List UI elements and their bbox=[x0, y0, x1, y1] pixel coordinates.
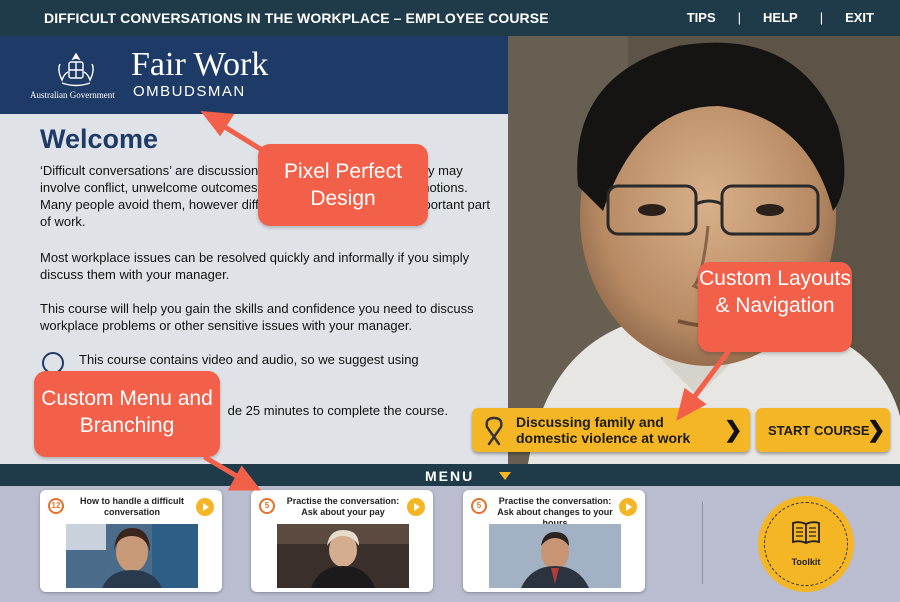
exit-link[interactable]: EXIT bbox=[845, 10, 874, 25]
book-icon bbox=[792, 521, 820, 544]
module-thumbnail bbox=[66, 524, 198, 588]
media-note: This course contains video and audio, so… bbox=[79, 352, 419, 367]
brand-subtitle: OMBUDSMAN bbox=[133, 83, 246, 100]
tips-link[interactable]: TIPS bbox=[687, 10, 716, 25]
toolkit-label: Toolkit bbox=[791, 557, 821, 567]
module-thumbnail bbox=[277, 524, 409, 588]
custom-layouts-callout: Custom Layouts & Navigation bbox=[698, 262, 852, 352]
chevron-right-icon: ❯ bbox=[867, 417, 886, 442]
chevron-right-icon: ❯ bbox=[724, 417, 743, 442]
module-card[interactable]: 12 How to handle a difficult conversatio… bbox=[40, 490, 222, 592]
start-course-label: START COURSE bbox=[768, 423, 870, 438]
play-icon[interactable] bbox=[619, 498, 637, 516]
brand-name: Fair Work bbox=[131, 46, 269, 83]
start-course-button[interactable]: START COURSE ❯ bbox=[756, 408, 890, 452]
caret-down-icon bbox=[499, 472, 511, 480]
tray-divider bbox=[702, 502, 703, 584]
nav-separator: | bbox=[737, 10, 742, 25]
menu-label: MENU bbox=[425, 468, 475, 484]
custom-menu-callout: Custom Menu and Branching bbox=[34, 371, 220, 457]
top-bar: DIFFICULT CONVERSATIONS IN THE WORKPLACE… bbox=[0, 0, 900, 36]
domestic-violence-button[interactable]: Discussing family and domestic violence … bbox=[472, 408, 750, 452]
brand-header: Australian Government Fair Work OMBUDSMA… bbox=[0, 36, 508, 114]
course-paragraph: This course will help you gain the skill… bbox=[40, 301, 474, 333]
resolve-paragraph: Most workplace issues can be resolved qu… bbox=[40, 250, 470, 282]
module-thumbnail bbox=[489, 524, 621, 588]
nav-separator: | bbox=[819, 10, 824, 25]
play-icon[interactable] bbox=[196, 498, 214, 516]
hero-photo bbox=[508, 36, 900, 464]
ribbon-icon bbox=[485, 416, 503, 446]
course-title: DIFFICULT CONVERSATIONS IN THE WORKPLACE… bbox=[44, 10, 549, 26]
toolkit-ring bbox=[764, 502, 848, 586]
man-portrait bbox=[508, 36, 900, 464]
crest-icon bbox=[58, 52, 94, 87]
help-link[interactable]: HELP bbox=[763, 10, 798, 25]
timer-icon: 5 bbox=[471, 498, 487, 514]
toolkit-button[interactable]: Toolkit bbox=[758, 496, 854, 592]
page-title: Welcome bbox=[40, 124, 159, 154]
timer-icon: 5 bbox=[259, 498, 275, 514]
pixel-perfect-callout: Pixel Perfect Design bbox=[258, 144, 428, 226]
top-nav: TIPS | HELP | EXIT bbox=[687, 10, 874, 25]
timer-icon: 12 bbox=[48, 498, 64, 514]
module-card[interactable]: 5 Practise the conversation: Ask about c… bbox=[463, 490, 645, 592]
menu-toggle[interactable]: MENU bbox=[0, 464, 900, 486]
module-title: How to handle a difficult conversation bbox=[80, 496, 184, 517]
module-title: Practise the conversation: Ask about you… bbox=[286, 496, 400, 517]
play-icon[interactable] bbox=[407, 498, 425, 516]
module-card[interactable]: 5 Practise the conversation: Ask about y… bbox=[251, 490, 433, 592]
domestic-violence-label: Discussing family and domestic violence … bbox=[516, 414, 691, 446]
government-caption: Australian Government bbox=[30, 90, 115, 100]
